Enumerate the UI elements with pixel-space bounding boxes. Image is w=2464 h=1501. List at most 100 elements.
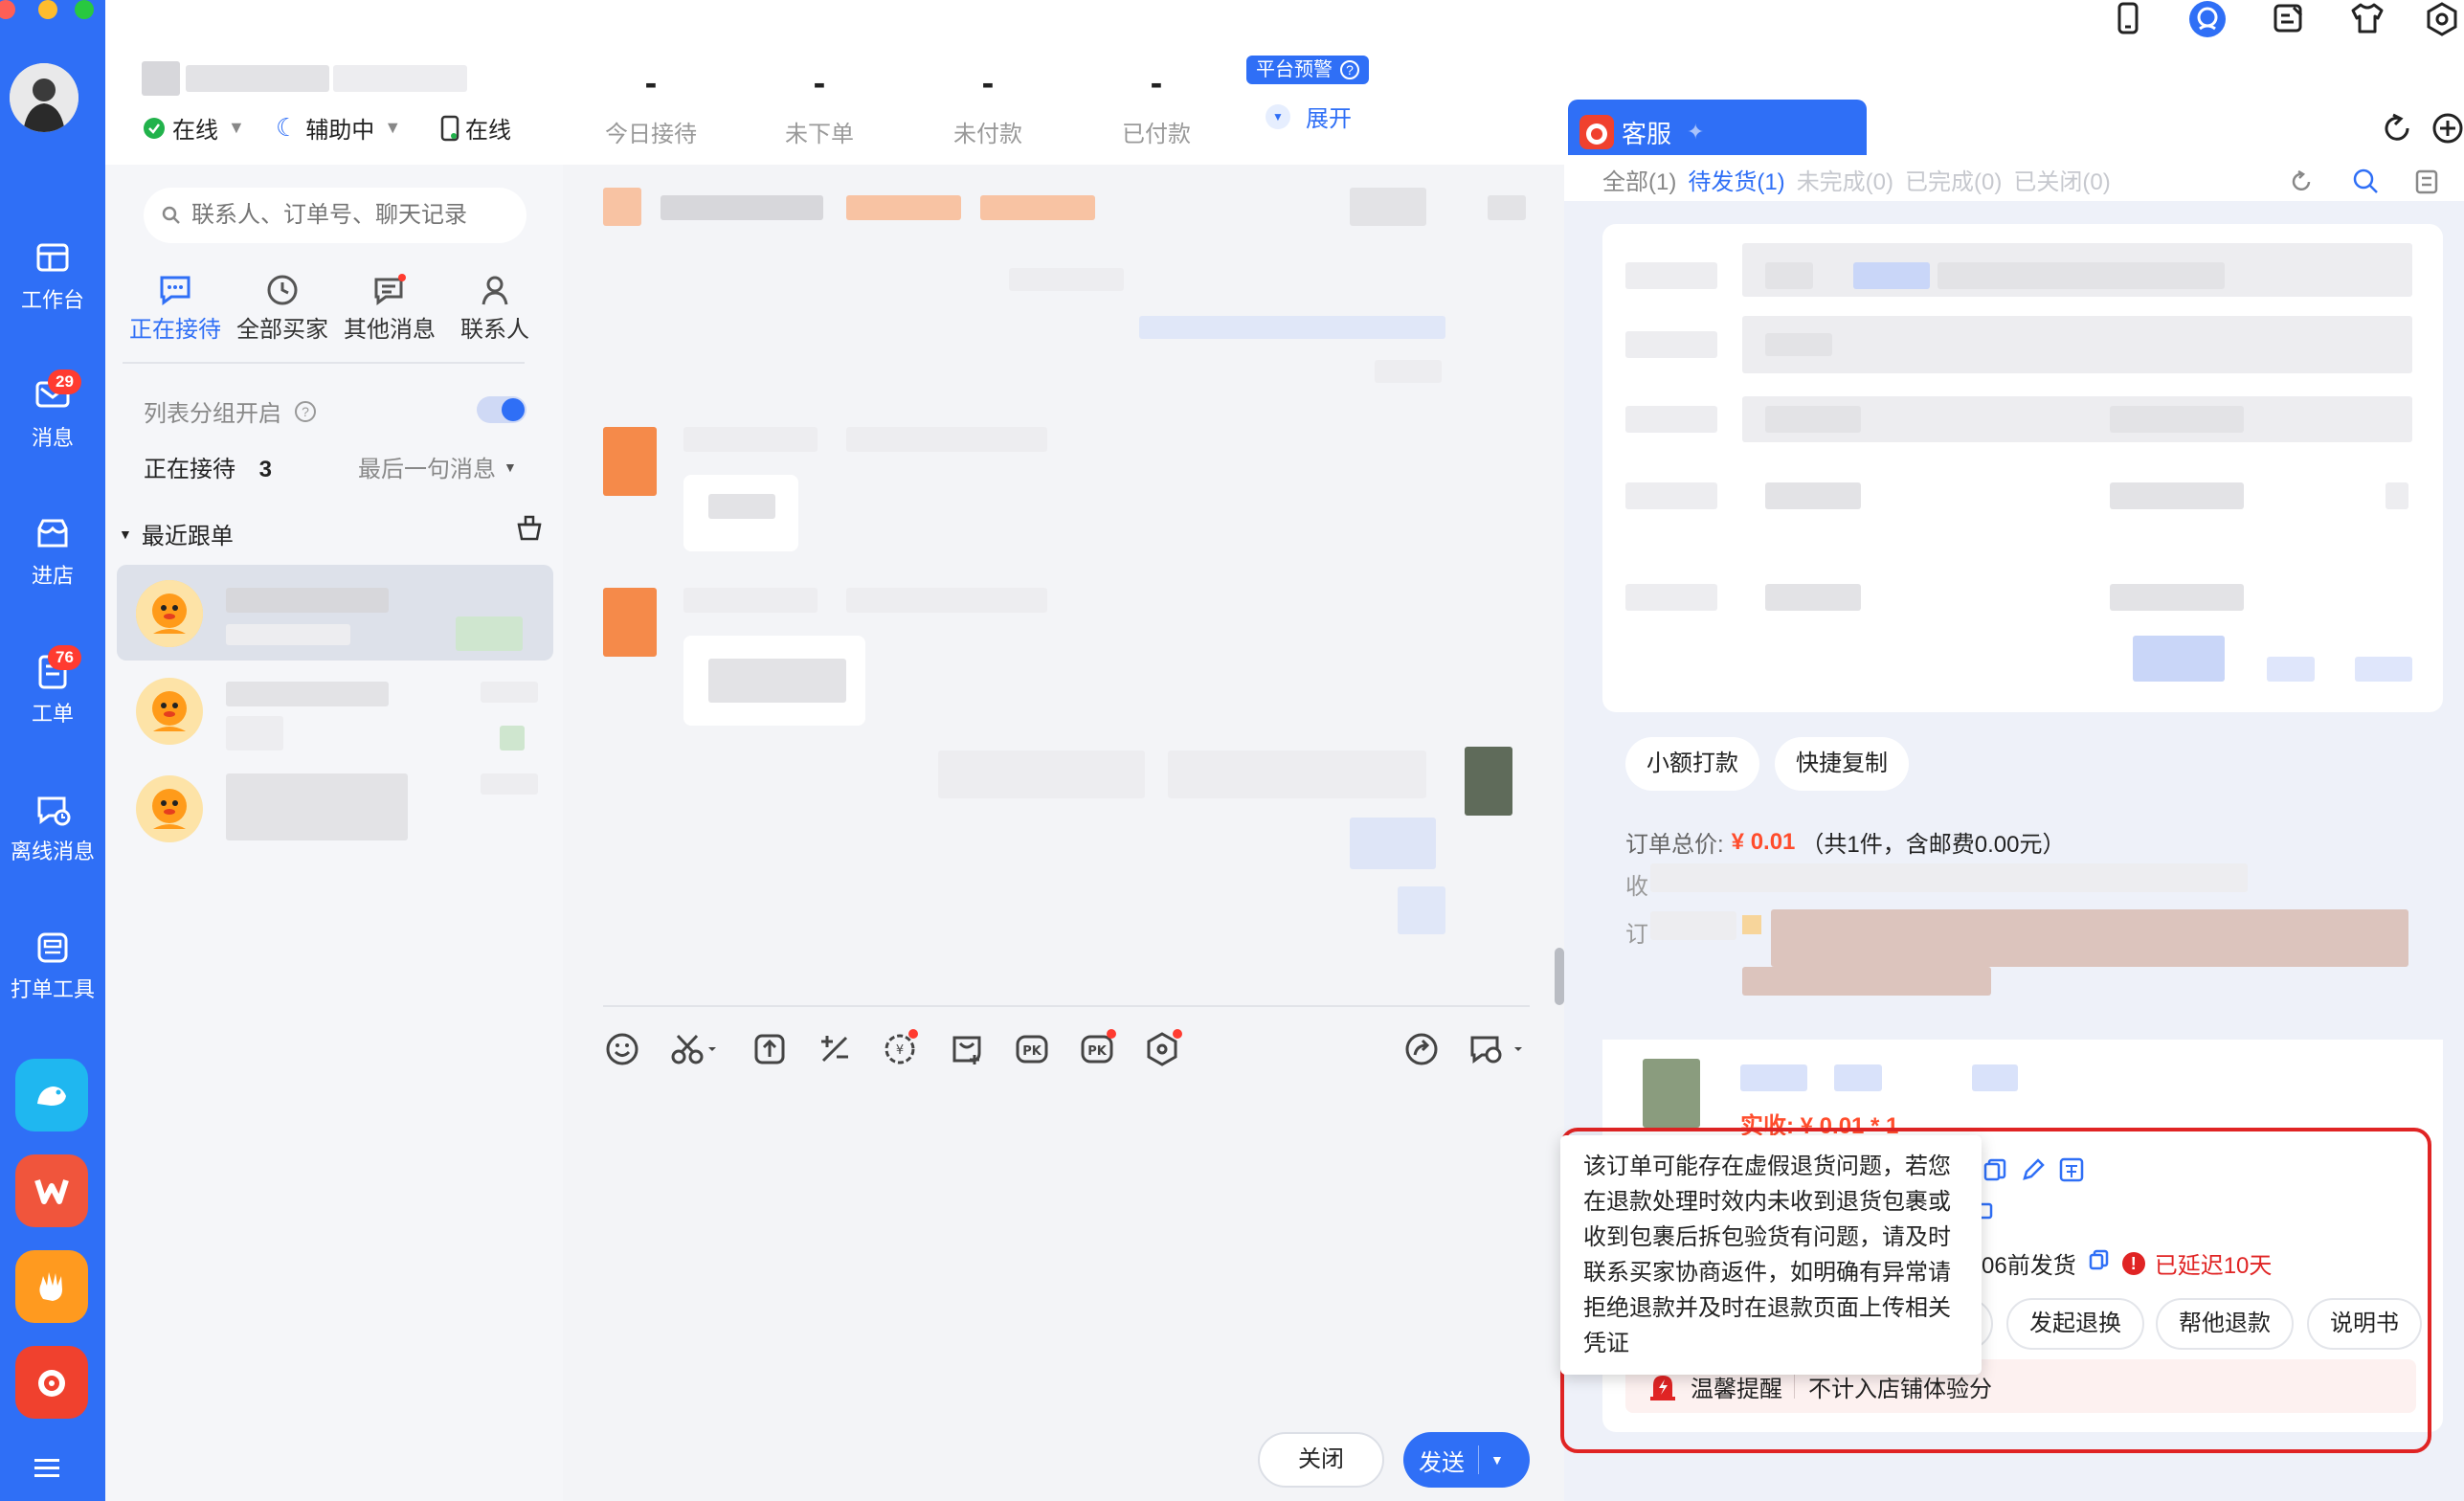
svg-text:PK: PK (1087, 1044, 1108, 1059)
security-icon[interactable] (1145, 1028, 1183, 1071)
tickets-badge: 76 (48, 645, 81, 670)
list-item[interactable] (117, 565, 553, 661)
quick-reply-icon[interactable] (1468, 1032, 1526, 1071)
edit-icon[interactable] (2020, 1156, 2047, 1188)
window-zoom-button[interactable] (75, 0, 94, 19)
expand-alert-button[interactable]: ▼ 展开 (1266, 100, 1352, 133)
app-shortcut-w[interactable] (15, 1154, 88, 1227)
tab-receiving[interactable]: 正在接待 (123, 274, 228, 344)
pk-icon[interactable]: PK (1015, 1032, 1049, 1071)
platform-alert-badge[interactable]: 平台预警 ? (1246, 56, 1369, 84)
customer-service-icon[interactable] (2188, 0, 2227, 38)
group-toggle-switch[interactable] (477, 396, 526, 423)
help-refund-button[interactable]: 帮他退款 (2156, 1298, 2294, 1350)
mobile-icon[interactable] (2116, 2, 2140, 34)
recent-section-header[interactable]: ▼ 最近跟单 (119, 517, 234, 550)
receiver-label: 收 (1625, 874, 1648, 900)
upload-icon[interactable] (752, 1032, 787, 1071)
pin-icon[interactable]: ✦ (1687, 120, 1704, 145)
refresh-icon[interactable] (2380, 111, 2414, 150)
search-icon[interactable] (2351, 167, 2380, 200)
rail-label: 工作台 (20, 288, 84, 312)
service-logo-icon (1579, 115, 1614, 149)
tab-contacts[interactable]: 联系人 (442, 274, 548, 344)
close-button[interactable]: 关闭 (1258, 1432, 1384, 1488)
receiving-count: 3 (258, 457, 273, 482)
product-title-redacted (1740, 1064, 2018, 1093)
copy-icon[interactable] (1982, 1156, 2008, 1188)
stat-unpaid-value: - (981, 63, 995, 103)
chevron-down-icon: ▼ (228, 118, 245, 137)
share-icon[interactable] (1403, 1032, 1440, 1071)
hand-app-icon (39, 1272, 62, 1301)
fake-return-tooltip: 该订单可能存在虚假退货问题，若您在退款处理时效内未收到退货包裹或收到包裹后拆包验… (1560, 1135, 1982, 1375)
manual-button[interactable]: 说明书 (2307, 1298, 2422, 1350)
composer-divider (603, 1005, 1530, 1007)
message-row-redacted (603, 588, 1177, 731)
stat-unpaid-label: 未付款 (953, 122, 1022, 147)
receiving-count-row: 正在接待 3 (144, 457, 273, 482)
shirt-icon[interactable] (2349, 2, 2386, 34)
filter-to-ship[interactable]: 待发货(1) (1688, 163, 1784, 196)
chat-lines-icon (374, 274, 406, 305)
sort-selector[interactable]: 最后一句消息 ▼ (358, 450, 517, 483)
help-icon: ? (1340, 60, 1359, 79)
initiate-return-button[interactable]: 发起退换 (2006, 1298, 2144, 1350)
chat-scrollbar[interactable] (1555, 948, 1564, 1005)
settings-hex-icon[interactable] (2426, 2, 2458, 36)
list-item[interactable] (117, 760, 553, 856)
send-button[interactable]: 发送 ▼ (1403, 1432, 1530, 1488)
list-item[interactable] (117, 662, 553, 758)
shipping-row: 06前发货 ! 已延迟10天 (1982, 1246, 2272, 1280)
tab-other-messages[interactable]: 其他消息 (337, 274, 442, 344)
emoji-icon[interactable] (605, 1032, 639, 1071)
search-box[interactable] (144, 188, 526, 243)
rail-item-workbench[interactable]: 工作台 (0, 239, 105, 314)
search-input[interactable] (191, 202, 517, 229)
copy-icon[interactable] (2088, 1248, 2111, 1278)
offline-message-icon (37, 796, 71, 826)
apply-icon[interactable] (2058, 1156, 2085, 1188)
svg-text:¥: ¥ (896, 1043, 904, 1058)
duck-avatar (136, 580, 203, 647)
discount-icon[interactable] (818, 1032, 852, 1071)
screenshot-scissors-icon[interactable] (670, 1032, 720, 1071)
small-payment-button[interactable]: 小额打款 (1625, 737, 1759, 791)
avatar[interactable] (10, 63, 78, 132)
product-image-redacted (1643, 1059, 1700, 1128)
order-total-value: ¥ 0.01 (1731, 828, 1796, 855)
list-view-icon[interactable] (2414, 168, 2439, 200)
edit-note-icon[interactable] (2273, 2, 2305, 34)
filter-finished[interactable]: 已完成(0) (1905, 163, 2002, 196)
filter-closed[interactable]: 已关闭(0) (2013, 163, 2110, 196)
reload-icon[interactable] (2288, 168, 2315, 200)
rail-item-offline[interactable]: 离线消息 (0, 791, 105, 865)
add-product-icon[interactable] (950, 1032, 984, 1071)
menu-icon[interactable] (34, 1457, 59, 1483)
status-online-selector[interactable]: 在线 ▼ (144, 111, 245, 145)
clean-basket-icon[interactable] (515, 513, 544, 547)
chevron-down-icon[interactable]: ▼ (1490, 1452, 1504, 1467)
quick-copy-button[interactable]: 快捷复制 (1775, 737, 1909, 791)
filter-all[interactable]: 全部(1) (1602, 163, 1676, 196)
stat-no-order-value: - (813, 63, 826, 103)
search-icon (162, 206, 180, 224)
status-mobile-online[interactable]: 在线 (440, 111, 511, 145)
store-icon (37, 519, 68, 548)
filter-unfinished[interactable]: 未完成(0) (1797, 163, 1893, 196)
add-tab-icon[interactable] (2431, 111, 2464, 150)
window-minimize-button[interactable] (38, 0, 57, 19)
status-assist-selector[interactable]: ☾ 辅助中 ▼ (276, 111, 401, 145)
rail-item-store[interactable]: 进店 (0, 515, 105, 590)
composer-toolbar: ¥ PK PK (603, 1028, 1541, 1072)
coupon-icon[interactable]: ¥ (883, 1028, 921, 1071)
app-shortcut-hand[interactable] (15, 1250, 88, 1323)
rail-item-print[interactable]: 打单工具 (0, 929, 105, 1003)
message-row-redacted (603, 188, 1560, 264)
app-shortcut-bird[interactable] (15, 1059, 88, 1131)
tab-all-buyers[interactable]: 全部买家 (230, 274, 335, 344)
app-shortcut-service[interactable] (15, 1346, 88, 1419)
system-note-redacted (1139, 316, 1445, 339)
shop-name-redacted (142, 59, 467, 98)
pk-new-icon[interactable]: PK (1080, 1028, 1118, 1071)
